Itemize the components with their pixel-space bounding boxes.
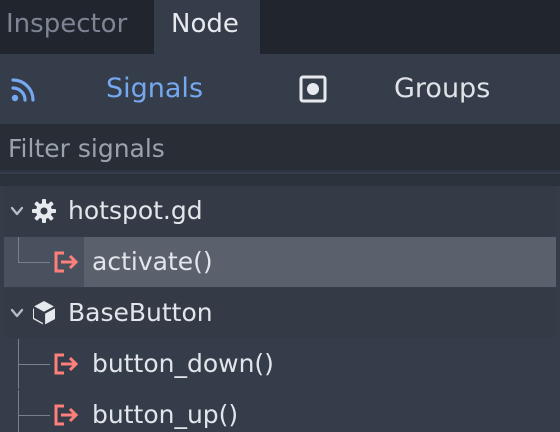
tree-item-activate[interactable]: activate(): [4, 237, 556, 287]
panel-separator: [0, 174, 560, 186]
chevron-down-icon[interactable]: [10, 204, 24, 218]
tab-inspector-label: Inspector: [6, 9, 128, 39]
signal-emit-icon: [54, 251, 79, 273]
filter-signals-input[interactable]: [0, 124, 550, 172]
cube-icon: [32, 301, 56, 325]
tree-section-label: hotspot.gd: [68, 196, 203, 225]
tree-item-button-up[interactable]: button_up(): [4, 390, 556, 432]
tree-section-label: BaseButton: [68, 298, 213, 327]
signals-tree: hotspot.gd activate() BaseButton button_…: [4, 186, 556, 432]
signal-label: button_down(): [92, 349, 274, 378]
tree-section-hotspot[interactable]: hotspot.gd: [4, 186, 556, 236]
tab-bar-edge: [552, 0, 560, 54]
groups-button-label: Groups: [394, 73, 491, 104]
tree-item-button-down[interactable]: button_down(): [4, 339, 556, 389]
signal-emit-icon: [54, 404, 79, 426]
signal-label: activate(): [92, 247, 213, 276]
tree-guide-line: [18, 415, 50, 416]
tab-node[interactable]: Node: [154, 0, 260, 54]
signals-button[interactable]: Signals: [0, 54, 230, 124]
signal-emit-icon: [54, 353, 79, 375]
signals-button-label: Signals: [106, 73, 204, 104]
chevron-down-icon[interactable]: [10, 306, 24, 320]
tree-guide-line: [18, 364, 50, 365]
groups-button[interactable]: Groups: [290, 54, 530, 124]
tab-node-label: Node: [171, 9, 239, 39]
dock-tab-bar: Inspector Node: [0, 0, 560, 54]
gear-icon: [32, 199, 56, 223]
tree-guide-line: [18, 237, 19, 263]
tree-section-basebutton[interactable]: BaseButton: [4, 288, 556, 338]
node-mode-bar: Signals Groups: [0, 54, 560, 124]
filter-signals-field: [0, 124, 560, 172]
signal-icon: [11, 78, 35, 102]
tab-inspector[interactable]: Inspector: [0, 0, 150, 54]
tree-guide-line: [18, 262, 50, 263]
groups-icon: [299, 75, 327, 103]
signal-label: button_up(): [92, 400, 239, 429]
tree-guide-line: [18, 390, 19, 432]
